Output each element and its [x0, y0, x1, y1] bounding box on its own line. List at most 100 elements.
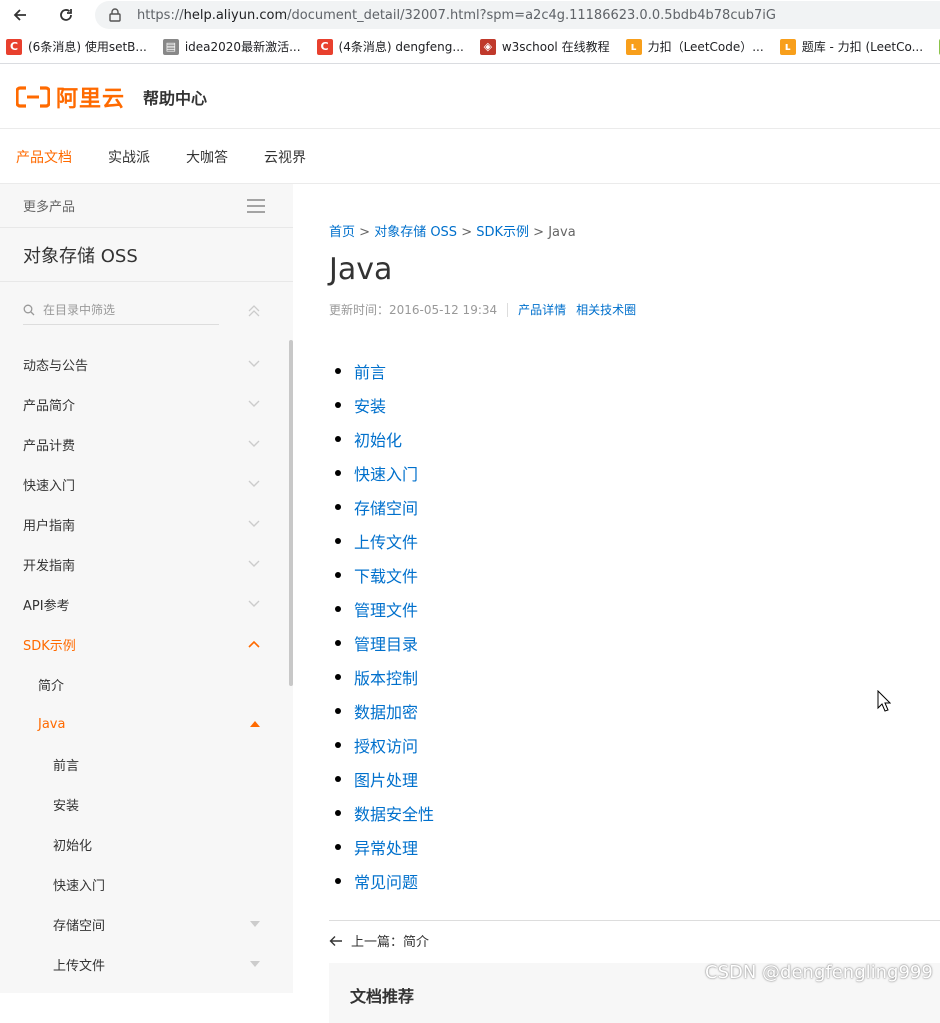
aliyun-logo-icon [16, 85, 50, 108]
bookmark-item[interactable]: ▤ idea2020最新激活... [162, 38, 301, 55]
toc-link[interactable]: 数据安全性 [354, 801, 434, 825]
bookmark-label: 力扣（LeetCode）... [647, 40, 764, 54]
nav-tab[interactable]: 实战派 [108, 147, 150, 167]
reload-icon [60, 9, 72, 21]
url-path: /document_detail/32007.html?spm=a2c4g.11… [287, 7, 776, 23]
bullet-icon [335, 504, 341, 510]
breadcrumb-item[interactable]: 首页 [329, 225, 355, 240]
sidebar-item[interactable]: 快速入门 [0, 464, 293, 504]
bookmark-item[interactable]: C (6条消息) 使用setB... [6, 38, 147, 55]
toc-link[interactable]: 管理目录 [354, 631, 418, 655]
chevron-up-icon[interactable] [247, 639, 261, 649]
address-bar[interactable]: https://help.aliyun.com/document_detail/… [95, 1, 940, 29]
arrow-left-icon [329, 935, 342, 946]
toc-link[interactable]: 授权访问 [354, 733, 418, 757]
sidebar-item[interactable]: SDK示例 [0, 624, 293, 664]
chevron-down-icon[interactable] [247, 559, 261, 569]
breadcrumb-separator: > [457, 225, 477, 240]
tech-circle-link[interactable]: 相关技术圈 [576, 301, 636, 318]
sidebar-item-label: API参考 [23, 598, 70, 614]
leetcode-icon: ʟ [625, 38, 642, 55]
bullet-icon [335, 606, 341, 612]
mouse-cursor-icon [877, 690, 891, 712]
sidebar-item[interactable]: 动态与公告 [0, 344, 293, 384]
toc-link[interactable]: 管理文件 [354, 597, 418, 621]
toc-item: 安装 [329, 388, 940, 422]
page-icon: ▤ [162, 38, 179, 55]
chevron-down-icon[interactable] [247, 359, 261, 369]
toc-link[interactable]: 下载文件 [354, 563, 418, 587]
sidebar-item[interactable]: 安装 [0, 784, 293, 824]
breadcrumb-item[interactable]: SDK示例 [476, 225, 529, 240]
toc-link[interactable]: 存储空间 [354, 495, 418, 519]
sidebar-item[interactable]: 快速入门 [0, 864, 293, 904]
chevron-down-icon[interactable] [247, 439, 261, 449]
meta-divider [507, 302, 509, 317]
breadcrumb-item[interactable]: 对象存储 OSS [374, 225, 457, 240]
toc-link[interactable]: 版本控制 [354, 665, 418, 689]
sidebar-item[interactable]: 用户指南 [0, 504, 293, 544]
toc-link[interactable]: 安装 [354, 393, 386, 417]
sidebar-item-label: 快速入门 [53, 878, 106, 894]
sidebar-item[interactable]: 初始化 [0, 824, 293, 864]
help-center-title[interactable]: 帮助中心 [143, 85, 207, 109]
nav-tab[interactable]: 产品文档 [16, 147, 72, 167]
toc-link[interactable]: 初始化 [354, 427, 402, 451]
toc-link[interactable]: 常见问题 [354, 869, 418, 893]
toc-link[interactable]: 图片处理 [354, 767, 418, 791]
caret-up-icon[interactable] [249, 720, 261, 728]
toc-item: 常见问题 [329, 864, 940, 898]
bullet-icon [335, 810, 341, 816]
sidebar-item-label: 用户指南 [23, 518, 76, 534]
filter-input[interactable]: 在目录中筛选 [23, 301, 219, 325]
sidebar-scrollbar[interactable] [289, 340, 293, 686]
chevron-down-icon[interactable] [247, 519, 261, 529]
lock-icon [109, 8, 121, 22]
chevron-down-icon[interactable] [247, 399, 261, 409]
caret-down-icon[interactable] [249, 920, 261, 928]
leetcode-icon: ʟ [779, 38, 796, 55]
sidebar-item[interactable]: 产品简介 [0, 384, 293, 424]
bookmark-item[interactable]: ʟ 力扣（LeetCode）... [625, 38, 764, 55]
sidebar-item[interactable]: API参考 [0, 584, 293, 624]
bookmark-item[interactable]: ʟ 题库 - 力扣 (LeetCo... [779, 38, 923, 55]
toc-link[interactable]: 数据加密 [354, 699, 418, 723]
csdn-icon: C [6, 38, 22, 55]
caret-down-icon[interactable] [249, 960, 261, 968]
nav-tab[interactable]: 大咖答 [186, 147, 228, 167]
back-arrow-icon [13, 9, 26, 21]
bookmark-item[interactable]: C (4条消息) dengfeng... [316, 38, 464, 55]
sidebar-item[interactable]: 开发指南 [0, 544, 293, 584]
bookmark-label: w3school 在线教程 [501, 40, 610, 54]
reload-button[interactable] [50, 0, 82, 30]
sidebar-item[interactable]: 产品计费 [0, 424, 293, 464]
nav-tab[interactable]: 云视界 [264, 147, 306, 167]
sidebar-item-label: 产品简介 [23, 398, 76, 414]
sidebar-item[interactable]: Java [0, 704, 293, 744]
breadcrumb: 首页 > 对象存储 OSS > SDK示例 > Java [329, 221, 940, 240]
more-products[interactable]: 更多产品 [0, 184, 293, 228]
chevron-down-icon[interactable] [247, 599, 261, 609]
sidebar-item[interactable]: 前言 [0, 744, 293, 784]
sidebar-item[interactable]: 存储空间 [0, 904, 293, 944]
url-text: https://help.aliyun.com/document_detail/… [137, 8, 776, 23]
sidebar-item[interactable]: 简介 [0, 664, 293, 704]
bookmark-item[interactable]: ◈ w3school 在线教程 [479, 38, 610, 55]
toc-link[interactable]: 上传文件 [354, 529, 418, 553]
toc-item: 存储空间 [329, 490, 940, 524]
chevron-down-icon[interactable] [247, 479, 261, 489]
toc-link[interactable]: 前言 [354, 359, 386, 383]
collapse-all-icon[interactable] [247, 304, 261, 318]
aliyun-logo[interactable]: 阿里云 [16, 81, 125, 113]
prev-article-link[interactable]: 上一篇：简介 [329, 931, 940, 950]
sidebar-item[interactable]: 上传文件 [0, 944, 293, 984]
product-detail-link[interactable]: 产品详情 [518, 301, 566, 318]
toc-link[interactable]: 快速入门 [354, 461, 418, 485]
browser-toolbar: https://help.aliyun.com/document_detail/… [0, 0, 940, 30]
menu-icon[interactable] [247, 198, 265, 213]
url-host: help.aliyun.com [183, 7, 288, 23]
toc-item: 异常处理 [329, 830, 940, 864]
back-button[interactable] [4, 0, 36, 30]
toc-item: 数据安全性 [329, 796, 940, 830]
toc-link[interactable]: 异常处理 [354, 835, 418, 859]
